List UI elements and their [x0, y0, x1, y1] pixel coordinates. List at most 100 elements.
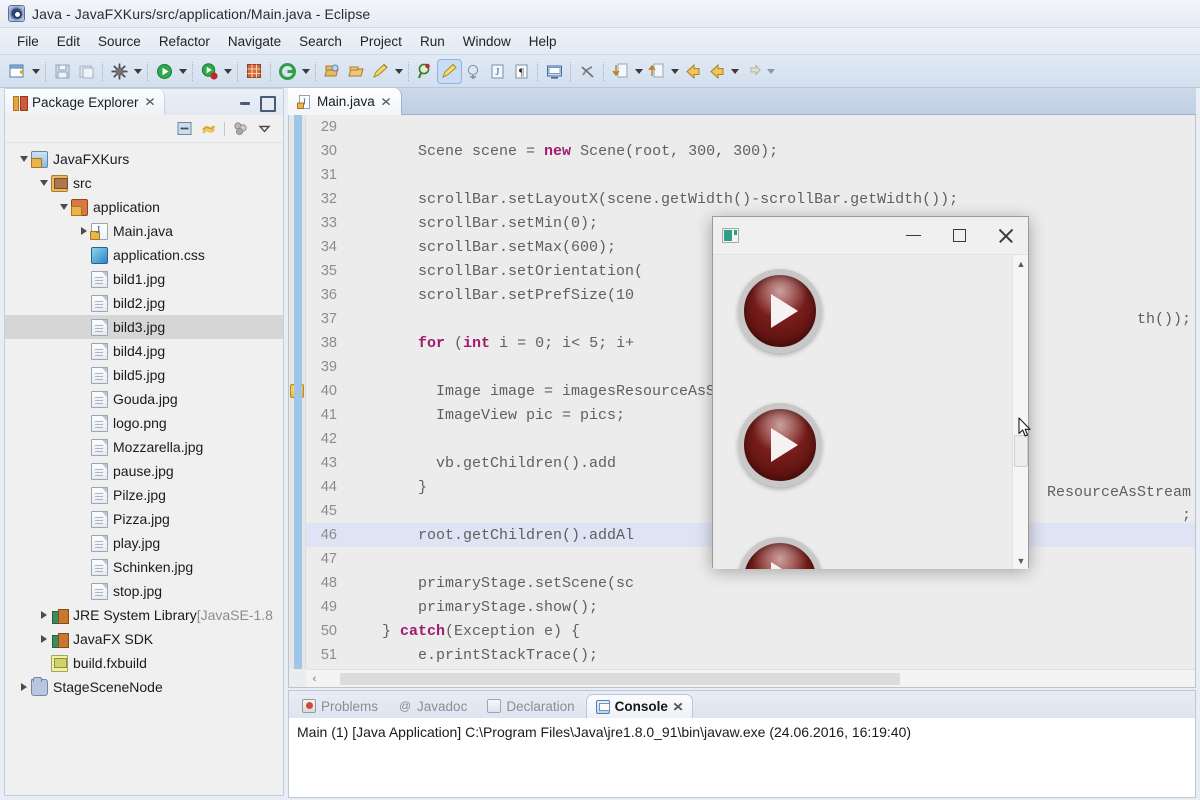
code-line[interactable]: 50 } catch(Exception e) { [306, 619, 1195, 643]
tab-declaration[interactable]: Declaration [478, 694, 583, 718]
open-task-icon[interactable] [345, 60, 368, 83]
code-line[interactable]: 48 primaryStage.setScene(sc [306, 571, 1195, 595]
console-icon[interactable] [543, 60, 566, 83]
close-icon[interactable]: ✕ [144, 95, 156, 109]
editor-horizontal-scrollbar[interactable]: ‹ [306, 669, 1195, 687]
debug-icon[interactable] [108, 60, 131, 83]
code-line[interactable]: 51 e.printStackTrace(); [306, 643, 1195, 667]
debug-dropdown-caret[interactable] [132, 60, 143, 83]
scroll-up-icon[interactable]: ▲ [1013, 255, 1029, 272]
play-button[interactable] [738, 537, 822, 569]
menu-project[interactable]: Project [351, 31, 411, 52]
chevron-right-icon[interactable] [37, 603, 51, 627]
tree-item-build-fxbuild[interactable]: build.fxbuild [5, 651, 283, 675]
next-annotation-icon[interactable] [462, 60, 485, 83]
edit-marker-icon[interactable] [369, 60, 392, 83]
tree-item-schinken-jpg[interactable]: Schinken.jpg [5, 555, 283, 579]
maximize-icon[interactable] [259, 95, 274, 110]
menu-run[interactable]: Run [411, 31, 454, 52]
tree-item-javafx-sdk[interactable]: JavaFX SDK [5, 627, 283, 651]
view-dropdown-icon[interactable] [256, 120, 273, 137]
marker-dropdown-caret[interactable] [393, 60, 404, 83]
menu-window[interactable]: Window [454, 31, 520, 52]
search-icon[interactable] [414, 60, 437, 83]
view-menu-icon[interactable] [232, 120, 249, 137]
chevron-right-icon[interactable] [17, 675, 31, 699]
code-line[interactable]: 30 Scene scene = new Scene(root, 300, 30… [306, 139, 1195, 163]
tree-item-javafxkurs[interactable]: JavaFXKurs [5, 147, 283, 171]
maximize-icon[interactable] [936, 217, 982, 255]
minimize-icon[interactable] [238, 95, 253, 110]
menu-source[interactable]: Source [89, 31, 150, 52]
menu-navigate[interactable]: Navigate [219, 31, 290, 52]
menu-refactor[interactable]: Refactor [150, 31, 219, 52]
up-caret[interactable] [669, 60, 680, 83]
next-arrow-icon[interactable] [741, 60, 764, 83]
annotation-icon[interactable] [438, 60, 461, 83]
tree-item-application[interactable]: application [5, 195, 283, 219]
new-dropdown-caret[interactable] [30, 60, 41, 83]
tab-package-explorer[interactable]: Package Explorer ✕ [5, 89, 165, 115]
up-to-member-icon[interactable] [645, 60, 668, 83]
down-to-member-icon[interactable] [609, 60, 632, 83]
forward-arrow-icon[interactable] [705, 60, 728, 83]
tree-item-logo-png[interactable]: logo.png [5, 411, 283, 435]
tree-item-jre-system-library[interactable]: JRE System Library [JavaSE-1.8 [5, 603, 283, 627]
tree-item-pilze-jpg[interactable]: Pilze.jpg [5, 483, 283, 507]
save-all-icon[interactable] [75, 60, 98, 83]
tree-item-main-java[interactable]: Main.java [5, 219, 283, 243]
console-output[interactable]: Main (1) [Java Application] C:\Program F… [288, 718, 1196, 798]
coverage-dropdown-caret[interactable] [222, 60, 233, 83]
tab-main-java[interactable]: J Main.java ✕ [288, 88, 402, 115]
tree-item-bild5-jpg[interactable]: bild5.jpg [5, 363, 283, 387]
tree-item-bild4-jpg[interactable]: bild4.jpg [5, 339, 283, 363]
tree-item-mozzarella-jpg[interactable]: Mozzarella.jpg [5, 435, 283, 459]
run-icon[interactable] [153, 60, 176, 83]
tree-item-gouda-jpg[interactable]: Gouda.jpg [5, 387, 283, 411]
tree-item-play-jpg[interactable]: play.jpg [5, 531, 283, 555]
chevron-right-icon[interactable] [37, 627, 51, 651]
menu-file[interactable]: File [8, 31, 48, 52]
tab-console[interactable]: Console✕ [586, 694, 693, 718]
tree-item-src[interactable]: src [5, 171, 283, 195]
menu-search[interactable]: Search [290, 31, 351, 52]
javafx-window-titlebar[interactable] [713, 217, 1028, 255]
chevron-down-icon[interactable] [37, 171, 51, 195]
chevron-down-icon[interactable] [17, 147, 31, 171]
pilcrow-icon[interactable]: ¶ [510, 60, 533, 83]
save-icon[interactable] [51, 60, 74, 83]
open-type-dropdown-caret[interactable] [300, 60, 311, 83]
close-icon[interactable]: ✕ [380, 95, 392, 109]
collapse-all-icon[interactable] [176, 120, 193, 137]
tree-item-stop-jpg[interactable]: stop.jpg [5, 579, 283, 603]
javafx-application-window[interactable]: ▲ ▼ [712, 216, 1029, 568]
tab-problems[interactable]: Problems [293, 694, 387, 718]
code-line[interactable]: 49 primaryStage.show(); [306, 595, 1195, 619]
code-line[interactable]: 32 scrollBar.setLayoutX(scene.getWidth()… [306, 187, 1195, 211]
minimize-icon[interactable] [890, 217, 936, 255]
tree-item-stagescenenode[interactable]: StageSceneNode [5, 675, 283, 699]
javafx-scroll-thumb[interactable] [1014, 435, 1028, 467]
tree-item-bild3-jpg[interactable]: bild3.jpg [5, 315, 283, 339]
history-caret[interactable] [729, 60, 740, 83]
javafx-vertical-scrollbar[interactable]: ▲ ▼ [1012, 255, 1028, 569]
run-dropdown-caret[interactable] [177, 60, 188, 83]
tree-item-bild2-jpg[interactable]: bild2.jpg [5, 291, 283, 315]
chevron-down-icon[interactable] [57, 195, 71, 219]
back-arrow-icon[interactable] [681, 60, 704, 83]
run-coverage-icon[interactable] [198, 60, 221, 83]
external-tools-icon[interactable] [321, 60, 344, 83]
scroll-left-icon[interactable]: ‹ [306, 673, 323, 685]
down-caret[interactable] [633, 60, 644, 83]
previous-annotation-icon[interactable]: J [486, 60, 509, 83]
chevron-right-icon[interactable] [77, 219, 91, 243]
code-line[interactable]: 31 [306, 163, 1195, 187]
tab-javadoc[interactable]: @Javadoc [389, 694, 476, 718]
open-type-icon[interactable] [276, 60, 299, 83]
play-button[interactable] [738, 403, 822, 487]
link-break-icon[interactable] [576, 60, 599, 83]
tree-item-pause-jpg[interactable]: pause.jpg [5, 459, 283, 483]
code-line[interactable]: 29 [306, 115, 1195, 139]
scroll-down-icon[interactable]: ▼ [1013, 552, 1029, 569]
project-tree[interactable]: JavaFXKurssrcapplicationMain.javaapplica… [5, 144, 283, 795]
